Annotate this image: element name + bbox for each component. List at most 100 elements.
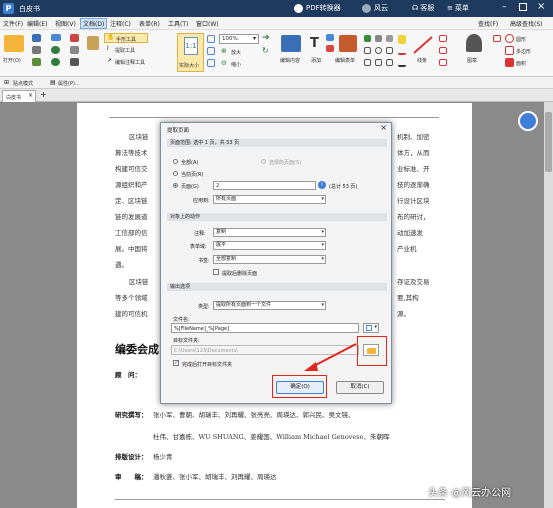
properties-label[interactable]: 属性(P)... — [58, 80, 80, 87]
add-shape-icon[interactable] — [326, 45, 334, 52]
rect-shape-icon[interactable] — [439, 47, 447, 54]
print-icon[interactable] — [32, 46, 41, 54]
edit-note-tool-button[interactable]: ➚ 编辑注释工具 — [104, 57, 159, 67]
line-label[interactable]: 线条 — [417, 57, 427, 64]
user-button[interactable]: 风云 — [362, 3, 388, 13]
text-field-icon[interactable] — [386, 35, 393, 42]
menu-edit[interactable]: 编辑(E) — [27, 19, 47, 28]
add-text-icon[interactable]: T — [310, 35, 326, 52]
back-arrow-icon[interactable]: ➔ — [262, 33, 270, 43]
apply-to-select[interactable]: 所有页面 — [213, 195, 326, 204]
menu-document[interactable]: 文档(D) — [80, 18, 108, 29]
extract-tool-button[interactable]: I 提取工具 — [104, 45, 148, 55]
edit-content-label[interactable]: 编辑内容 — [280, 57, 300, 64]
menu-button[interactable]: ≡ 菜单 — [447, 3, 469, 13]
stamp-icon[interactable] — [466, 34, 482, 52]
check-icon[interactable] — [364, 35, 371, 42]
zoom-select[interactable]: 100% ▾ — [219, 34, 259, 44]
round-label[interactable]: 圆形 — [516, 36, 526, 43]
annot-select[interactable]: 复制 — [213, 228, 326, 237]
dropdown-field-icon[interactable] — [364, 47, 371, 54]
add-label[interactable]: 添加 — [311, 57, 321, 64]
arrow-shape-icon[interactable] — [439, 35, 447, 42]
zoom-in-icon[interactable]: ⊕ — [221, 47, 227, 55]
strikeout-icon[interactable] — [398, 59, 406, 67]
fit-page-icon[interactable] — [207, 35, 215, 43]
polygon-shape-icon[interactable] — [505, 46, 514, 55]
polygon-label[interactable]: 多边形 — [516, 48, 531, 55]
area-label[interactable]: 面积 — [516, 60, 526, 67]
actual-size-button[interactable]: 1:1 实际大小 — [177, 33, 204, 72]
fit-width-icon[interactable] — [207, 47, 215, 55]
scan-icon[interactable] — [32, 58, 41, 66]
barcode-field-icon[interactable] — [386, 47, 393, 54]
zoom-out-label[interactable]: 缩小 — [231, 61, 241, 68]
menu-view[interactable]: 视图(V) — [55, 19, 76, 28]
maximize-button[interactable] — [519, 3, 527, 11]
service-button[interactable]: ☊ 客服 — [412, 3, 434, 13]
properties-icon[interactable]: ▤ — [50, 79, 56, 86]
delete-after-label[interactable]: 提取后删除页面 — [222, 270, 257, 277]
pages-input[interactable]: 2 — [213, 181, 316, 190]
rotate-icon[interactable]: ↻ — [262, 46, 269, 55]
scroll-thumb[interactable] — [545, 112, 552, 172]
snap-icon[interactable]: ⊞ — [4, 79, 9, 86]
edit-content-icon[interactable] — [281, 35, 301, 52]
menu-form[interactable]: 表单(R) — [139, 19, 160, 28]
vertical-scrollbar[interactable] — [544, 102, 553, 508]
filename-input[interactable]: %[FileName]_%[Page] — [171, 323, 359, 333]
close-button[interactable]: × — [537, 1, 545, 12]
dialog-close-icon[interactable]: × — [380, 123, 387, 132]
tab-close-icon[interactable]: × — [28, 92, 33, 99]
underline-icon[interactable] — [398, 47, 406, 55]
filename-macro-button[interactable]: ▾ — [363, 323, 379, 333]
menu-file[interactable]: 文件(F) — [3, 19, 23, 28]
export-icon[interactable] — [70, 34, 79, 42]
menu-comment[interactable]: 注释(C) — [110, 19, 131, 28]
button-field-icon[interactable] — [375, 35, 382, 42]
cancel-button[interactable]: 取消(C) — [336, 381, 384, 394]
menu-find[interactable]: 查找(F) — [478, 19, 498, 28]
radio-all-label[interactable]: 全部(A) — [181, 159, 198, 166]
snap-mode-label[interactable]: 贴点模式 — [13, 80, 33, 87]
undo-icon[interactable] — [51, 46, 60, 54]
paste-icon[interactable] — [87, 36, 99, 50]
open-after-checkbox[interactable]: ✓ — [173, 359, 179, 366]
fit-visible-icon[interactable] — [207, 59, 215, 67]
cut-icon[interactable] — [70, 58, 79, 66]
date-field-icon[interactable] — [386, 59, 393, 66]
measure-icon[interactable] — [493, 35, 501, 42]
type-select[interactable]: 提取所有页面到一个文件 — [213, 301, 326, 310]
redo-icon[interactable] — [51, 58, 60, 66]
email-icon[interactable] — [51, 34, 61, 41]
pdf-converter-button[interactable]: PDF转换器 — [294, 3, 341, 13]
radio-current-label[interactable]: 当前页(R) — [181, 171, 203, 178]
edit-form-label[interactable]: 编辑表单 — [335, 57, 355, 64]
pencil-icon[interactable] — [439, 59, 447, 66]
copy-icon[interactable] — [70, 46, 79, 54]
add-image-icon[interactable] — [326, 34, 334, 41]
menu-advanced-find[interactable]: 高级查找(S) — [510, 19, 543, 28]
open-folder-icon[interactable] — [4, 35, 24, 52]
highlight-icon[interactable] — [398, 35, 406, 44]
delete-after-checkbox[interactable] — [213, 269, 219, 275]
radio-all[interactable] — [173, 159, 178, 164]
radio-pages-label[interactable]: 页面(G) — [181, 183, 199, 190]
side-panel-icon[interactable] — [518, 111, 538, 131]
edit-form-icon[interactable] — [339, 35, 357, 52]
menu-tools[interactable]: 工具(T) — [168, 19, 188, 28]
zoom-in-label[interactable]: 放大 — [231, 49, 241, 56]
minimize-button[interactable]: – — [502, 2, 507, 12]
radio-field-icon[interactable] — [375, 47, 382, 54]
save-icon[interactable] — [32, 34, 41, 42]
stamp-label[interactable]: 图章 — [467, 57, 477, 64]
signature-field-icon[interactable] — [375, 59, 382, 66]
radio-pages[interactable] — [173, 183, 178, 188]
circle-shape-icon[interactable] — [505, 34, 514, 43]
line-tool-icon[interactable] — [412, 35, 434, 55]
new-tab-icon[interactable]: + — [40, 90, 47, 99]
zoom-out-icon[interactable]: ⊖ — [221, 59, 227, 67]
tab-document[interactable]: 白皮书 × — [2, 90, 36, 102]
open-after-label[interactable]: 完成后打开目标文件夹 — [182, 361, 232, 368]
bookmark-select[interactable]: 全部复制 — [213, 255, 326, 264]
